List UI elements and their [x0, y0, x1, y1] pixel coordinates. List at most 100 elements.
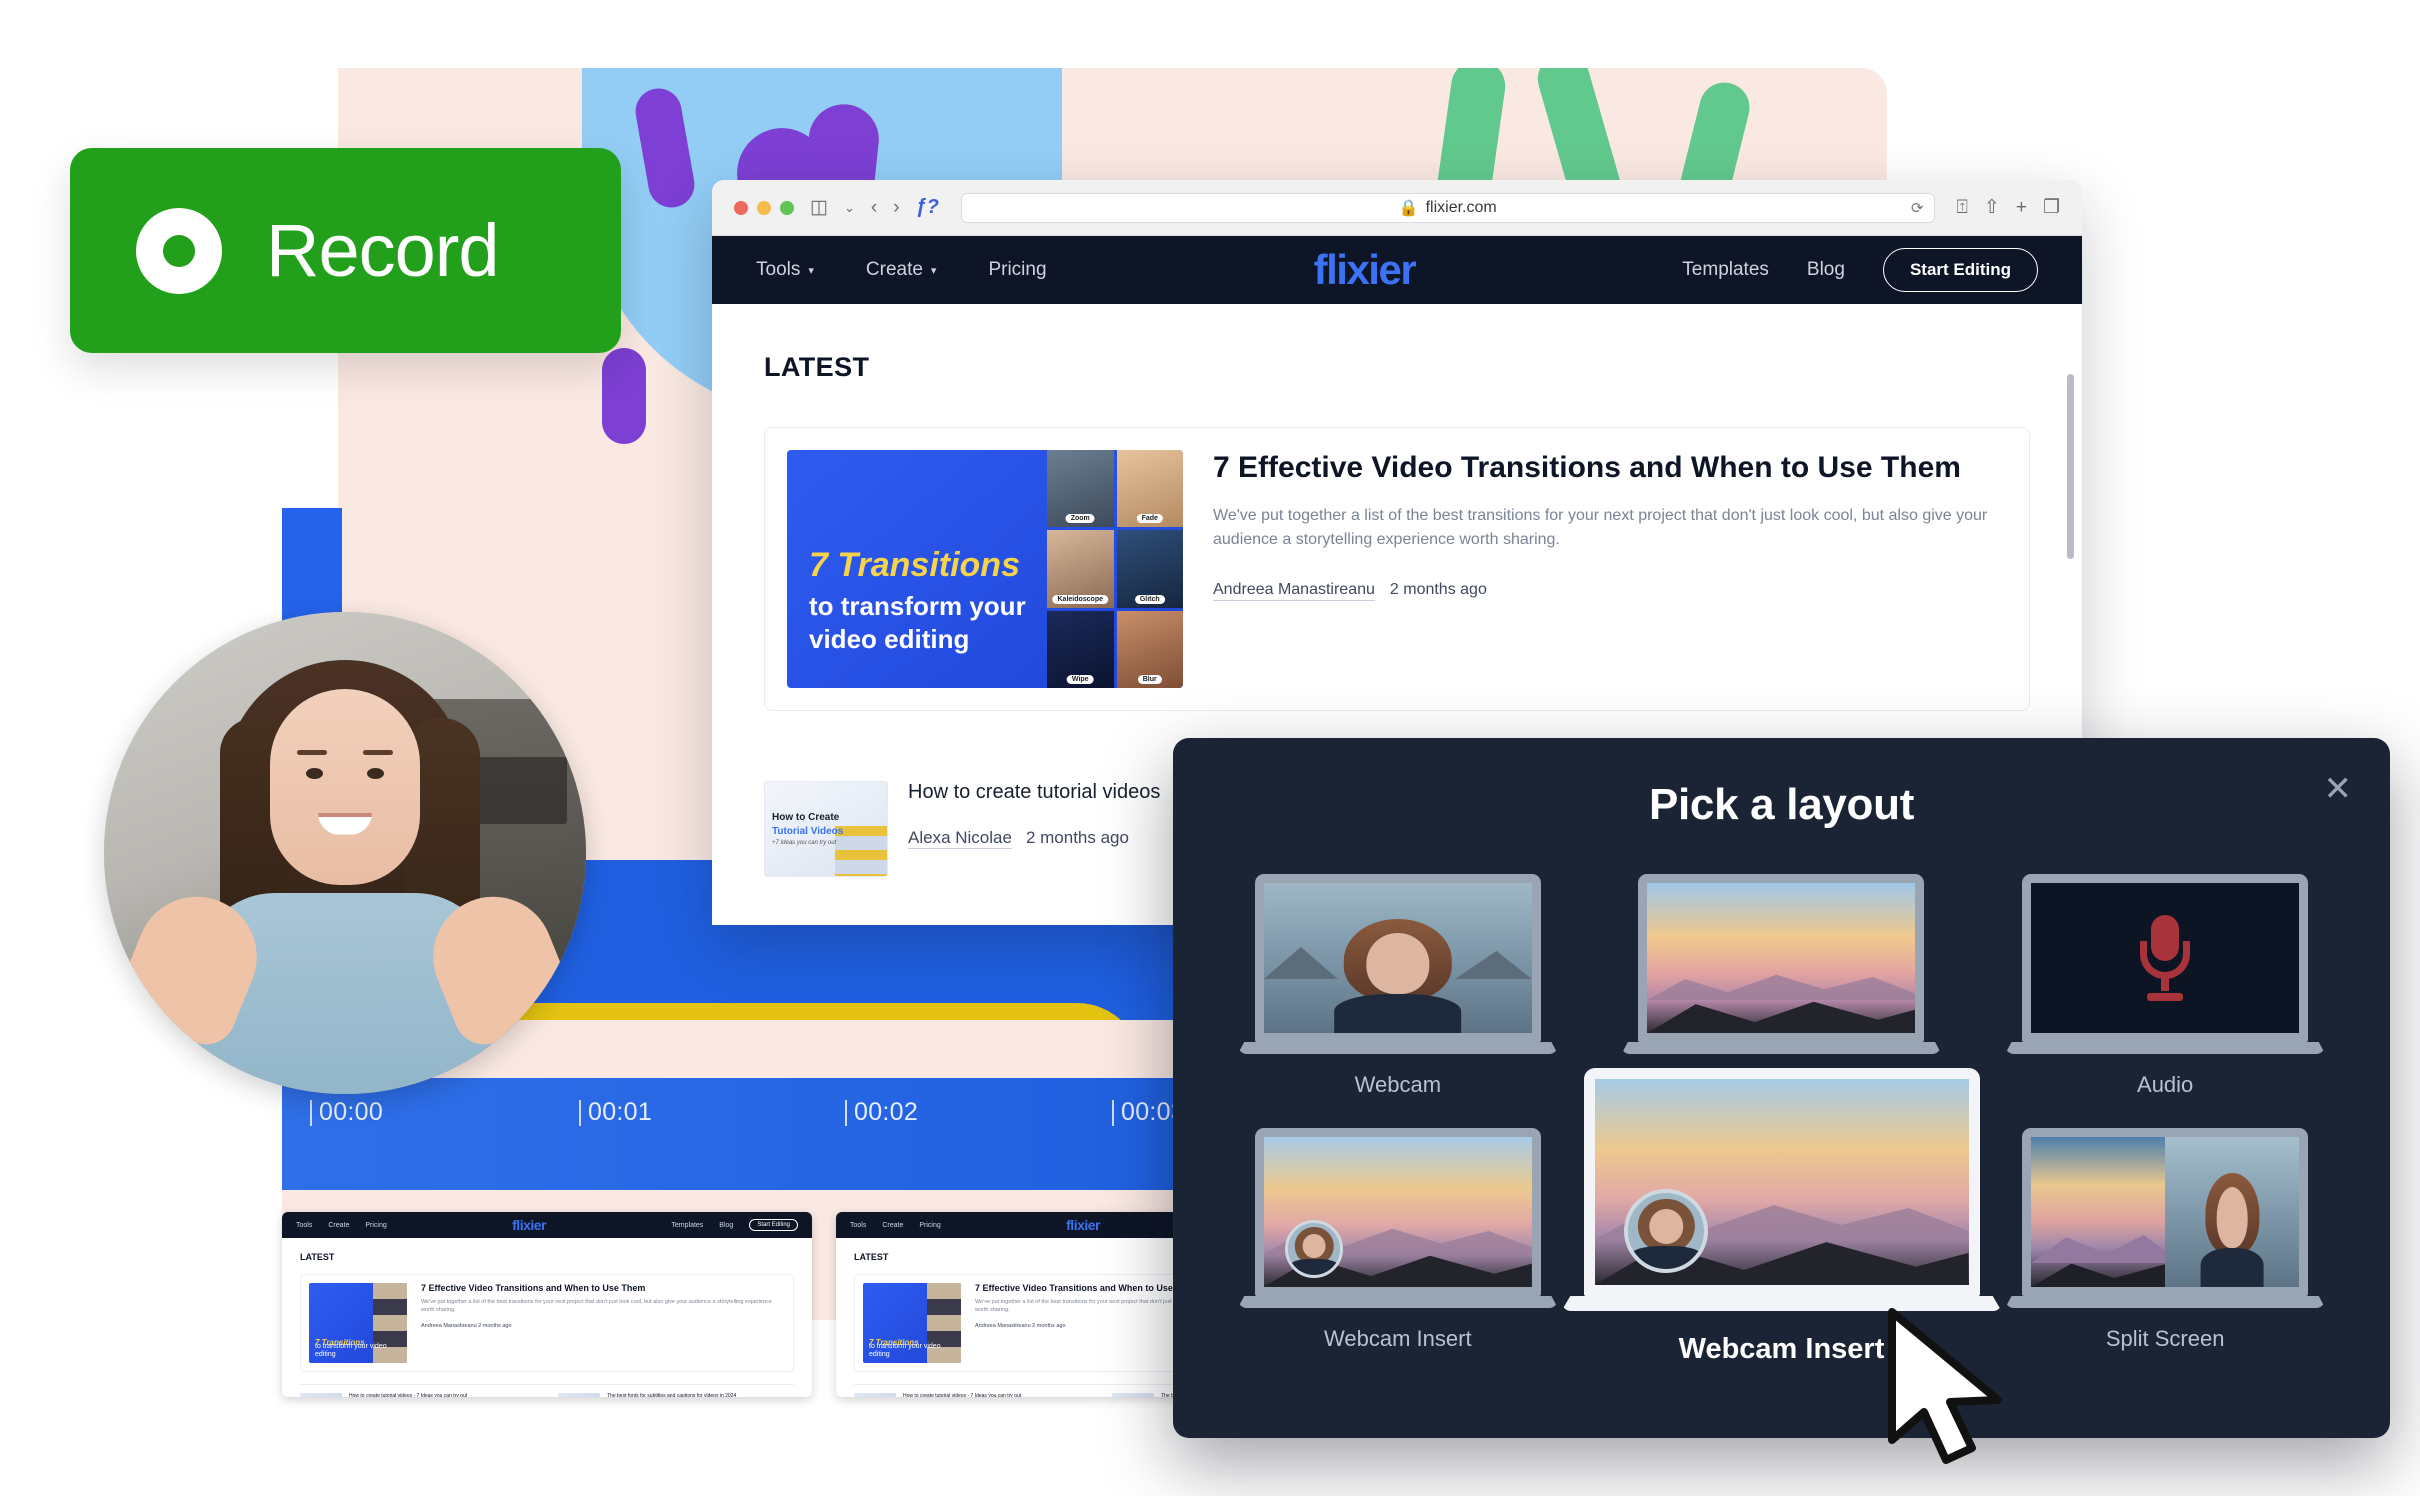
filmstrip-mini-item: How to create tutorial videos - 7 Ideas …: [300, 1393, 536, 1397]
mouse-pointer-icon: [1886, 1308, 2016, 1473]
thumb-strip-column: Zoom Kaleidoscope Wipe: [1047, 450, 1114, 688]
nav-item-pricing[interactable]: Pricing: [988, 259, 1046, 281]
screen-only-preview: [1647, 883, 1916, 1033]
window-controls[interactable]: [734, 200, 794, 215]
laptop-base: [1237, 1042, 1558, 1054]
filmstrip-mini-thumb: [558, 1393, 600, 1397]
filmstrip-nav-item: Pricing: [365, 1221, 387, 1229]
laptop-mockup: [2005, 874, 2326, 1054]
thumbnail-line-2: Tutorial Videos: [772, 826, 844, 837]
article-text: How to create tutorial videos Alexa Nico…: [908, 781, 1160, 849]
thumbnail-title: 7 Transitions: [809, 546, 1020, 584]
layout-option-webcam-insert[interactable]: Webcam Insert: [1229, 1128, 1567, 1352]
preview-person: [2200, 1173, 2264, 1287]
laptop-screen: [1254, 874, 1541, 1042]
layout-option-split-screen[interactable]: Split Screen: [1996, 1128, 2334, 1352]
article-description: We've put together a list of the best tr…: [1213, 506, 1988, 549]
chevron-left-icon[interactable]: ‹: [871, 198, 877, 217]
layout-option-label: Webcam: [1354, 1072, 1442, 1097]
preview-person-shirt: [2200, 1248, 2264, 1287]
webcam-insert-preview: [1263, 1137, 1532, 1287]
laptop-mockup: [1561, 1068, 2002, 1311]
article-meta: Alexa Nicolae 2 months ago: [908, 828, 1160, 849]
filmstrip-thumb-sub: to transform your video editing: [315, 1342, 387, 1358]
nav-item-label: Create: [865, 259, 923, 280]
laptop-screen: [1254, 1128, 1541, 1296]
nav-item-blog[interactable]: Blog: [1807, 259, 1845, 281]
article-meta: Andreea Manastireanu 2 months ago: [1213, 581, 2007, 602]
chevron-right-icon[interactable]: ›: [893, 198, 899, 217]
layout-option-screen[interactable]: Screen: [1613, 874, 1951, 1098]
filmstrip-article-desc: We've put together a list of the best tr…: [421, 1299, 772, 1314]
filmstrip-nav-item: Tools: [850, 1221, 867, 1229]
laptop-base: [1621, 1042, 1942, 1054]
thumb-cell: Blur: [1116, 610, 1183, 688]
laptop-mockup: [1237, 1128, 1558, 1308]
filmstrip-mini-title: How to create tutorial videos - 7 Ideas …: [349, 1393, 468, 1397]
site-navbar: Tools ▾ Create ▾ Pricing flixier Templat…: [712, 236, 2082, 304]
preview-webcam-bubble: [1624, 1188, 1709, 1273]
download-icon[interactable]: ⍐: [1957, 198, 1968, 217]
layout-option-webcam[interactable]: Webcam: [1229, 874, 1567, 1098]
page-scrollbar[interactable]: [2067, 374, 2074, 559]
filmstrip-mini-thumb: [854, 1393, 896, 1397]
site-logo[interactable]: flixier: [1099, 246, 1631, 294]
article-title[interactable]: 7 Effective Video Transitions and When t…: [1213, 450, 2007, 487]
microphone-icon: [2139, 915, 2191, 1001]
thumbnail-line-1: How to Create: [772, 812, 840, 823]
thumb-cell-tag: Zoom: [1065, 514, 1095, 524]
record-button[interactable]: Record: [70, 148, 621, 353]
sidebar-toggle-icon[interactable]: ◫: [810, 198, 828, 217]
layout-option-audio[interactable]: Audio: [1996, 874, 2334, 1098]
filmstrip-nav-item: Pricing: [919, 1221, 941, 1229]
laptop-screen: [2022, 1128, 2309, 1296]
filmstrip-section-title: LATEST: [300, 1252, 335, 1262]
close-window-icon[interactable]: [734, 200, 748, 215]
lock-icon: 🔒: [1398, 199, 1419, 217]
webcam-person-mouth: [318, 812, 372, 835]
article-author[interactable]: Andreea Manastireanu: [1213, 581, 1375, 602]
close-icon[interactable]: ✕: [2324, 772, 2353, 806]
laptop-screen: [2022, 874, 2309, 1042]
webcam-person-brow-right: [363, 749, 393, 755]
tab-overview-icon[interactable]: ❐: [2043, 198, 2060, 217]
chevron-down-icon: ▾: [808, 264, 814, 277]
pick-a-layout-modal: ✕ Pick a layout Webcam Audio Webcam Inse…: [1173, 738, 2390, 1438]
webcam-preview-bubble: [104, 612, 586, 1094]
laptop-base: [2005, 1296, 2326, 1308]
preview-person-shirt: [1334, 994, 1462, 1033]
start-editing-button[interactable]: Start Editing: [1882, 248, 2038, 292]
thumb-cell: Glitch: [1116, 530, 1183, 608]
nav-item-create[interactable]: Create ▾: [866, 259, 937, 281]
thumbnail-line-3: +7 Ideas you can try out: [772, 840, 837, 846]
text-size-icon[interactable]: ƒ?: [916, 196, 939, 219]
preview-ridge-far: [1647, 974, 1916, 1000]
filmstrip-nav-item: Create: [882, 1221, 904, 1229]
address-bar[interactable]: 🔒 flixier.com ⟳: [960, 192, 1935, 223]
chevron-down-icon[interactable]: ⌄: [844, 201, 855, 214]
maximize-window-icon[interactable]: [780, 200, 794, 215]
thumb-strip-column: Fade Glitch Blur: [1116, 450, 1183, 688]
article-card-featured[interactable]: Zoom Kaleidoscope Wipe Fade Glitch Blur …: [764, 427, 2030, 711]
record-button-label: Record: [266, 209, 500, 292]
article-thumbnail: How to Create Tutorial Videos +7 Ideas y…: [764, 781, 888, 877]
split-screen-preview: [2031, 1137, 2300, 1287]
nav-item-templates[interactable]: Templates: [1682, 259, 1769, 281]
nav-item-tools[interactable]: Tools ▾: [756, 259, 814, 281]
share-icon[interactable]: ⇧: [1984, 198, 2000, 217]
preview-webcam-bubble: [1285, 1220, 1344, 1278]
article-author[interactable]: Alexa Nicolae: [908, 828, 1012, 849]
plus-icon[interactable]: +: [2016, 198, 2027, 217]
thumb-cell-tag: Glitch: [1134, 594, 1165, 604]
layout-option-label: Webcam Insert: [1324, 1326, 1472, 1351]
filmstrip-article-text: 7 Effective Video Transitions and When t…: [421, 1283, 785, 1363]
filmstrip-frame[interactable]: Tools Create Pricing flixier Templates B…: [282, 1212, 812, 1397]
audio-only-preview: [2031, 883, 2300, 1033]
webcam-person-face: [270, 689, 420, 886]
chevron-down-icon: ▾: [930, 264, 937, 277]
filmstrip-mini-title: The best fonts for subtitles and caption…: [607, 1393, 737, 1397]
reload-icon[interactable]: ⟳: [1911, 199, 1924, 217]
minimize-window-icon[interactable]: [757, 200, 771, 215]
article-title[interactable]: How to create tutorial videos: [908, 781, 1160, 804]
laptop-base: [2005, 1042, 2326, 1054]
